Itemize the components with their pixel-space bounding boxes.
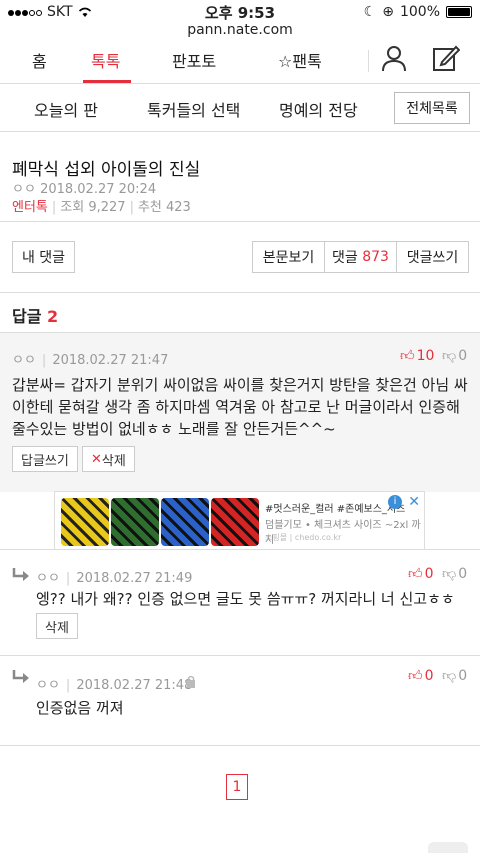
lock-icon: [187, 675, 195, 688]
replies-label: 답글: [12, 307, 42, 326]
like-button[interactable]: 👍︎ 10: [400, 347, 435, 365]
subreply-meta: ㅇㅇ | 2018.02.27 21:49: [36, 571, 193, 586]
comments-count-button[interactable]: 댓글 873: [324, 241, 397, 273]
like-count: 0: [424, 667, 434, 684]
article-title: 폐막식 섭외 아이돌의 진실: [12, 160, 201, 180]
thumbs-down-icon: 👎︎: [442, 668, 457, 684]
like-count: 0: [424, 565, 434, 582]
article-category[interactable]: 엔터톡: [12, 200, 48, 215]
comment-text: 갑분싸= 갑자기 분위기 싸이없음 싸이를 찾은거지 방탄을 찾은건 아님 싸이…: [12, 376, 468, 438]
dislike-button[interactable]: 👎︎ 0: [442, 347, 468, 365]
reply-arrow-icon: [12, 670, 29, 683]
article-meta: ㅇㅇ 2018.02.27 20:24: [12, 178, 156, 197]
top-nav: 홈 톡톡 판포토 ☆팬톡: [0, 42, 480, 84]
dislike-count: 0: [458, 347, 468, 364]
dislike-button[interactable]: 👎︎ 0: [442, 565, 468, 583]
divider: [0, 655, 480, 656]
carrier-label: SKT: [47, 4, 73, 20]
comment-meta: ㅇㅇ | 2018.02.27 21:47: [12, 353, 169, 368]
ad-shirt-yellow: [61, 498, 109, 546]
replies-count: 2: [47, 307, 59, 326]
subnav-talkers-choice[interactable]: 톡커들의 선택: [147, 97, 240, 121]
comment-author: ㅇㅇ: [12, 353, 36, 368]
reply-write-button[interactable]: 답글쓰기: [12, 446, 78, 472]
divider: [0, 221, 480, 222]
ad-source: 쇼핑몰 | chedo.co.kr: [265, 533, 342, 542]
subnav-today[interactable]: 오늘의 판: [34, 97, 98, 121]
divider: [0, 745, 480, 746]
ad-info-icon[interactable]: i: [388, 495, 402, 509]
pagination-current[interactable]: 1: [226, 774, 248, 800]
tab-pan-photo[interactable]: 판포토: [172, 48, 216, 72]
subnav-hall-of-fame[interactable]: 명예의 전당: [279, 97, 358, 121]
status-time: 오후 9:53: [204, 3, 276, 22]
sub-nav: 오늘의 판 톡커들의 선택 명예의 전당 전체목록: [0, 84, 480, 132]
subreply-meta: ㅇㅇ | 2018.02.27 21:48: [36, 678, 193, 693]
delete-button[interactable]: 삭제: [36, 613, 78, 639]
subreply-author: ㅇㅇ: [36, 571, 60, 586]
subreply-text: 인증없음 꺼져: [36, 699, 124, 717]
thumbs-up-icon: 👍︎: [408, 668, 423, 684]
like-button[interactable]: 👍︎ 0: [408, 565, 434, 583]
active-tab-indicator: [83, 80, 131, 83]
advertisement[interactable]: #멋스러운_컬러 #존예보스_셔츠 덤블기모 • 체크셔츠 사이즈 ~2xl 까…: [54, 491, 425, 550]
like-count: 10: [416, 347, 435, 364]
comments-label: 댓글: [332, 250, 358, 266]
dislike-button[interactable]: 👎︎ 0: [442, 667, 468, 685]
write-icon[interactable]: [432, 44, 460, 72]
write-comment-button[interactable]: 댓글쓰기: [396, 241, 469, 273]
user-icon[interactable]: [381, 44, 407, 72]
comment-date: 2018.02.27 21:47: [52, 353, 169, 368]
all-list-button[interactable]: 전체목록: [394, 92, 470, 124]
ad-headline: #멋스러운_컬러 #존예보스_셔츠: [265, 504, 406, 515]
article-stats: 엔터톡 | 조회 9,227 | 추천 423: [12, 200, 191, 215]
signal-icon: [8, 4, 43, 20]
battery-label: 100%: [399, 4, 440, 20]
delete-label: 삭제: [101, 453, 126, 469]
dislike-count: 0: [458, 667, 468, 684]
ad-close-icon[interactable]: ✕: [408, 494, 420, 510]
tab-fantok[interactable]: ☆팬톡: [278, 48, 322, 72]
wifi-icon: [78, 7, 91, 17]
status-bar: SKT 오후 9:53 ☾ ⊕ 100%: [0, 0, 480, 24]
subreply-text: 엥?? 내가 왜?? 인증 없으면 글도 못 씀ㅠㅠ? 꺼지라니 너 신고ㅎㅎ: [36, 590, 455, 608]
thumbs-down-icon: 👎︎: [442, 566, 457, 582]
reply-arrow-icon: [12, 568, 29, 581]
tab-toktok[interactable]: 톡톡: [91, 48, 120, 72]
replies-heading: 답글 2: [12, 303, 58, 327]
ad-shirt-red: [211, 498, 259, 546]
divider: [0, 549, 480, 550]
thumbs-up-icon: 👍︎: [408, 566, 423, 582]
thumbs-up-icon: 👍︎: [400, 348, 415, 364]
battery-icon: [446, 6, 472, 18]
like-button[interactable]: 👍︎ 0: [408, 667, 434, 685]
subreply-author: ㅇㅇ: [36, 678, 60, 693]
divider: [0, 292, 480, 293]
subreply-date: 2018.02.27 21:49: [76, 571, 193, 586]
view-post-button[interactable]: 본문보기: [252, 241, 325, 273]
nav-divider: [368, 50, 369, 72]
tab-home[interactable]: 홈: [32, 48, 47, 72]
article-views: 조회 9,227: [60, 200, 126, 215]
ad-shirt-green: [111, 498, 159, 546]
my-comments-button[interactable]: 내 댓글: [12, 241, 75, 273]
dislike-count: 0: [458, 565, 468, 582]
article-date: 2018.02.27 20:24: [40, 182, 157, 197]
subreply-date: 2018.02.27 21:48: [76, 678, 193, 693]
scroll-edge: [428, 842, 468, 853]
moon-icon: ☾: [363, 4, 377, 20]
x-icon: ✕: [91, 451, 102, 467]
address-bar-url[interactable]: pann.nate.com: [0, 22, 480, 38]
article-recommend: 추천 423: [137, 200, 191, 215]
orientation-lock-icon: ⊕: [382, 4, 394, 20]
comments-count: 873: [362, 249, 389, 265]
delete-button[interactable]: ✕ 삭제: [82, 446, 135, 472]
article-author: ㅇㅇ: [12, 182, 36, 197]
thumbs-down-icon: 👎︎: [442, 348, 457, 364]
ad-shirt-blue: [161, 498, 209, 546]
